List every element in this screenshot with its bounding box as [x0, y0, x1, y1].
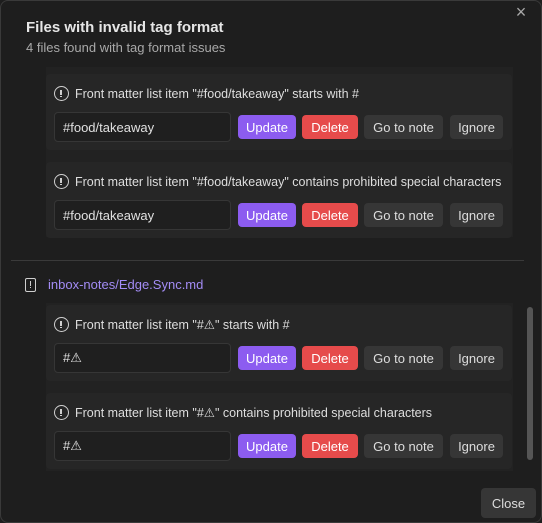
modal-subtitle: 4 files found with tag format issues: [26, 40, 226, 55]
file-warning-icon: [25, 277, 36, 292]
delete-button[interactable]: Delete: [302, 115, 358, 139]
issue-message-row: Front matter list item "#food/takeaway" …: [54, 174, 501, 189]
delete-button[interactable]: Delete: [302, 346, 358, 370]
go-to-note-button[interactable]: Go to note: [364, 115, 443, 139]
issue-card: Front matter list item "#food/takeaway" …: [46, 162, 512, 238]
ignore-button[interactable]: Ignore: [450, 115, 503, 139]
tag-input[interactable]: [54, 431, 231, 461]
ignore-button[interactable]: Ignore: [450, 346, 503, 370]
go-to-note-button[interactable]: Go to note: [364, 434, 443, 458]
issues-scroll-area[interactable]: Front matter list item "#food/takeaway" …: [1, 67, 541, 471]
delete-button[interactable]: Delete: [302, 203, 358, 227]
ignore-button[interactable]: Ignore: [450, 434, 503, 458]
info-circle-icon: [54, 317, 69, 332]
tag-input[interactable]: [54, 200, 231, 230]
update-button[interactable]: Update: [238, 115, 296, 139]
file-header: inbox-notes/Edge.Sync.md: [25, 277, 203, 292]
info-circle-icon: [54, 405, 69, 420]
tag-input[interactable]: [54, 112, 231, 142]
info-circle-icon: [54, 174, 69, 189]
issue-card: Front matter list item "#⚠" starts with …: [46, 305, 512, 381]
info-circle-icon: [54, 86, 69, 101]
issue-message-row: Front matter list item "#food/takeaway" …: [54, 86, 359, 101]
file-link[interactable]: inbox-notes/Edge.Sync.md: [48, 277, 203, 292]
update-button[interactable]: Update: [238, 346, 296, 370]
modal-title: Files with invalid tag format: [26, 19, 224, 36]
go-to-note-button[interactable]: Go to note: [364, 346, 443, 370]
group-divider: [11, 260, 524, 261]
close-button[interactable]: Close: [481, 488, 536, 518]
invalid-tags-modal: × Files with invalid tag format 4 files …: [0, 0, 542, 523]
issue-message: Front matter list item "#food/takeaway" …: [75, 174, 502, 189]
tag-input[interactable]: [54, 343, 231, 373]
issue-message: Front matter list item "#food/takeaway" …: [75, 86, 359, 101]
scrollbar-thumb[interactable]: [527, 307, 533, 460]
issue-message-row: Front matter list item "#⚠" starts with …: [54, 317, 290, 332]
issue-message-row: Front matter list item "#⚠" contains pro…: [54, 405, 432, 420]
delete-button[interactable]: Delete: [302, 434, 358, 458]
issue-message: Front matter list item "#⚠" contains pro…: [75, 406, 433, 420]
ignore-button[interactable]: Ignore: [450, 203, 503, 227]
update-button[interactable]: Update: [238, 203, 296, 227]
issue-card: Front matter list item "#⚠" contains pro…: [46, 393, 512, 469]
issue-card: Front matter list item "#food/takeaway" …: [46, 74, 512, 150]
close-icon[interactable]: ×: [511, 3, 531, 23]
update-button[interactable]: Update: [238, 434, 296, 458]
go-to-note-button[interactable]: Go to note: [364, 203, 443, 227]
issue-message: Front matter list item "#⚠" starts with …: [75, 318, 290, 332]
